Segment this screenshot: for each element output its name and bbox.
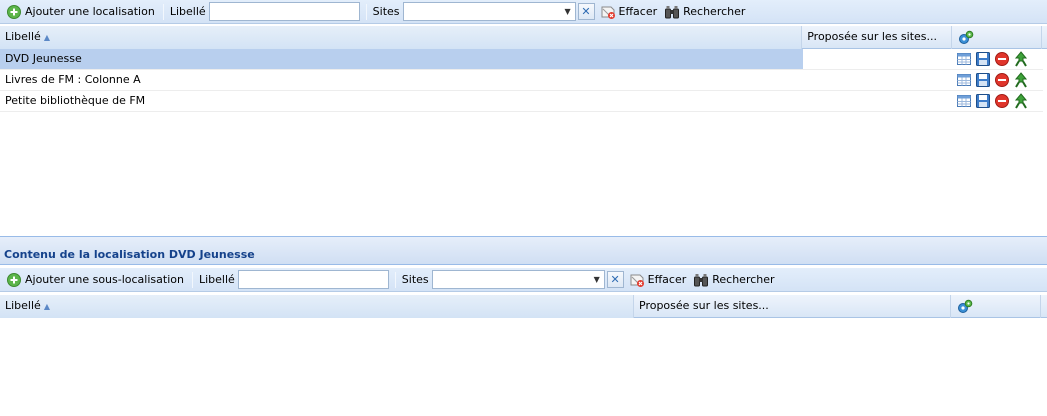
bottom-toolbar: Ajouter une sous-localisation Libellé Si… <box>0 268 1047 292</box>
close-icon: ✕ <box>610 273 620 286</box>
sort-ascending-icon: ▲ <box>43 33 50 42</box>
close-icon: ✕ <box>581 5 591 18</box>
sort-ascending-icon: ▲ <box>43 302 50 311</box>
sites-combobox[interactable]: ▼ <box>402 2 576 21</box>
column-header-libelle[interactable]: Libellé ▲ <box>0 26 803 49</box>
column-header-libelle[interactable]: Libellé ▲ <box>0 295 634 318</box>
search-label: Rechercher <box>712 273 775 286</box>
search-label: Rechercher <box>683 5 746 18</box>
clear-sites-button[interactable]: ✕ <box>606 271 624 288</box>
column-header-sites[interactable]: Proposée sur les sites... <box>802 26 953 49</box>
clear-label: Effacer <box>647 273 687 286</box>
column-header-sites-label: Proposée sur les sites... <box>639 299 769 312</box>
search-button[interactable]: Rechercher <box>662 2 747 22</box>
toolbar-separator <box>365 3 367 20</box>
table-row[interactable]: Livres de FM : Colonne A <box>0 70 1043 91</box>
table-icon[interactable] <box>956 93 972 109</box>
row-libelle: Petite bibliothèque de FM <box>5 94 146 107</box>
toolbar-separator <box>394 271 396 288</box>
column-header-libelle-label: Libellé <box>5 299 41 312</box>
gears-icon <box>958 299 973 313</box>
binoculars-icon <box>694 273 709 286</box>
toolbar-separator <box>191 271 193 288</box>
sites-combobox-input[interactable] <box>432 271 590 288</box>
libelle-filter-label: Libellé <box>198 273 235 286</box>
sub-panel-title: Contenu de la localisation DVD Jeunesse <box>0 236 1047 265</box>
row-sites <box>803 49 953 69</box>
add-location-label: Ajouter une localisation <box>25 5 155 18</box>
search-button[interactable]: Rechercher <box>691 270 776 290</box>
top-toolbar: Ajouter une localisation Libellé Sites ▼… <box>0 0 1047 24</box>
add-sub-location-button[interactable]: Ajouter une sous-localisation <box>4 270 186 290</box>
column-header-sites-label: Proposée sur les sites... <box>807 30 938 43</box>
gears-icon <box>959 30 974 44</box>
chevron-down-icon[interactable]: ▼ <box>589 271 604 288</box>
row-actions <box>953 49 1043 69</box>
save-icon[interactable] <box>975 51 991 67</box>
column-header-actions[interactable] <box>951 295 1041 318</box>
delete-icon[interactable] <box>994 51 1010 67</box>
add-location-button[interactable]: Ajouter une localisation <box>4 2 157 22</box>
clear-label: Effacer <box>618 5 658 18</box>
sites-combobox-input[interactable] <box>403 3 561 20</box>
move-up-icon[interactable] <box>1013 72 1029 88</box>
delete-icon[interactable] <box>994 93 1010 109</box>
sites-combobox[interactable]: ▼ <box>431 270 605 289</box>
column-header-spacer <box>1041 295 1047 318</box>
row-libelle: Livres de FM : Colonne A <box>5 73 141 86</box>
bottom-grid-header: Libellé ▲ Proposée sur les sites... <box>0 295 1047 318</box>
libelle-filter-input[interactable] <box>208 2 360 21</box>
column-header-sites[interactable]: Proposée sur les sites... <box>634 295 951 318</box>
row-sites <box>803 91 953 111</box>
row-sites <box>803 70 953 90</box>
move-up-icon[interactable] <box>1013 93 1029 109</box>
table-icon[interactable] <box>956 51 972 67</box>
sites-filter-label: Sites <box>401 273 429 286</box>
toolbar-separator <box>162 3 164 20</box>
row-libelle: DVD Jeunesse <box>0 49 803 69</box>
top-grid-header: Libellé ▲ Proposée sur les sites... <box>0 26 1047 49</box>
add-sub-location-label: Ajouter une sous-localisation <box>25 273 184 286</box>
column-header-libelle-label: Libellé <box>5 30 41 43</box>
libelle-filter-input[interactable] <box>237 270 389 289</box>
column-header-spacer <box>1042 26 1047 49</box>
table-row[interactable]: Petite bibliothèque de FM <box>0 91 1043 112</box>
sites-filter-label: Sites <box>372 5 400 18</box>
clear-button[interactable]: Effacer <box>598 2 660 22</box>
save-icon[interactable] <box>975 72 991 88</box>
row-actions <box>953 91 1043 111</box>
table-icon[interactable] <box>956 72 972 88</box>
move-up-icon[interactable] <box>1013 51 1029 67</box>
column-header-actions[interactable] <box>952 26 1042 49</box>
eraser-icon <box>601 6 615 19</box>
clear-sites-button[interactable]: ✕ <box>577 3 595 20</box>
row-actions <box>953 70 1043 90</box>
chevron-down-icon[interactable]: ▼ <box>560 3 575 20</box>
delete-icon[interactable] <box>994 72 1010 88</box>
save-icon[interactable] <box>975 93 991 109</box>
binoculars-icon <box>665 5 680 18</box>
clear-button[interactable]: Effacer <box>627 270 689 290</box>
libelle-filter-label: Libellé <box>169 5 206 18</box>
add-circle-icon <box>7 4 21 19</box>
add-circle-icon <box>7 272 21 287</box>
eraser-icon <box>630 274 644 287</box>
table-row[interactable]: DVD Jeunesse <box>0 49 1043 70</box>
